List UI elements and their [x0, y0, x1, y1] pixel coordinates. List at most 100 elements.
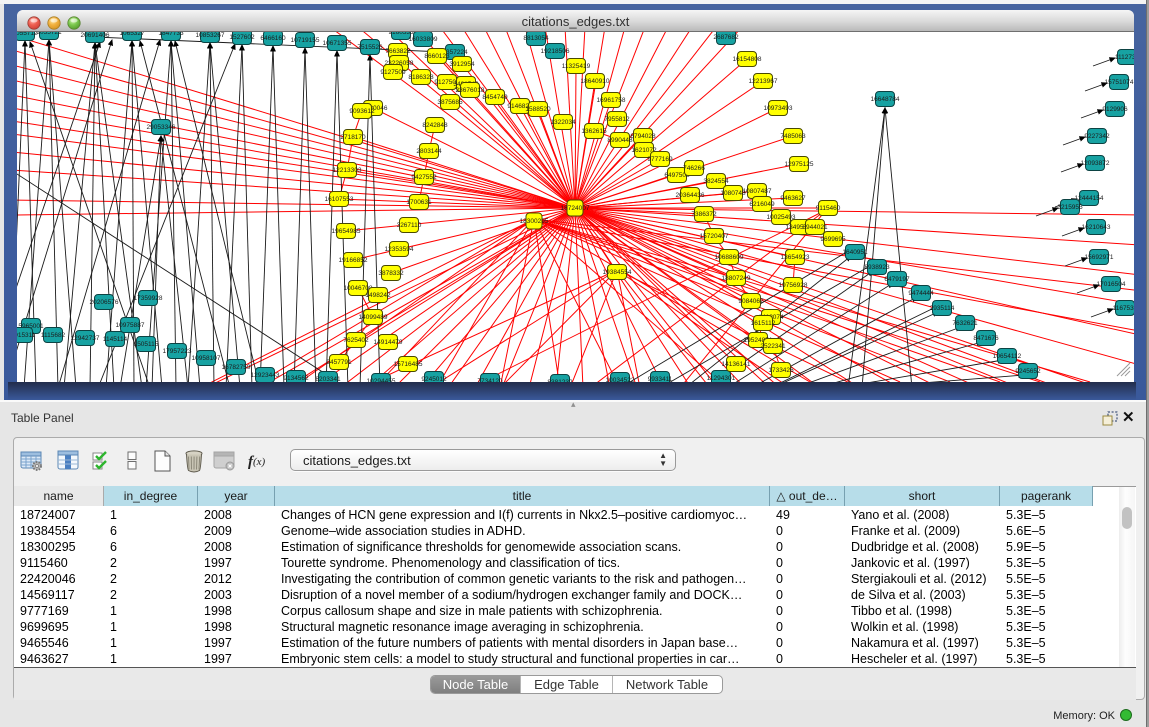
svg-text:18640910: 18640910 — [581, 78, 610, 85]
svg-text:19384554: 19384554 — [603, 269, 632, 276]
svg-text:8242848: 8242848 — [422, 122, 448, 129]
svg-text:13654923: 13654923 — [781, 254, 810, 261]
svg-text:29053346: 29053346 — [147, 124, 176, 131]
svg-text:9245652: 9245652 — [1015, 368, 1041, 375]
svg-text:20691406: 20691406 — [81, 32, 110, 39]
svg-text:18724007: 18724007 — [561, 205, 590, 212]
svg-text:9093612: 9093612 — [349, 108, 375, 115]
svg-text:16782759: 16782759 — [222, 364, 251, 371]
svg-text:18807249: 18807249 — [722, 275, 751, 282]
svg-text:10975887: 10975887 — [116, 322, 145, 329]
svg-text:3267110: 3267110 — [397, 222, 422, 229]
svg-text:7632621: 7632621 — [952, 320, 978, 327]
svg-text:1588520: 1588520 — [525, 106, 551, 113]
svg-text:1112733: 1112733 — [1115, 54, 1134, 61]
svg-text:1362615: 1362615 — [581, 128, 607, 135]
svg-text:2935114: 2935114 — [930, 305, 955, 312]
svg-text:15720407: 15720407 — [700, 233, 729, 240]
svg-text:11294301: 11294301 — [707, 375, 736, 382]
svg-text:16648784: 16648784 — [871, 96, 900, 103]
svg-text:(x): (x) — [253, 456, 266, 468]
svg-text:12942737: 12942737 — [71, 335, 100, 342]
svg-text:7515526: 7515526 — [357, 44, 383, 51]
svg-text:18300295: 18300295 — [520, 218, 549, 225]
svg-text:10973493: 10973493 — [764, 105, 793, 112]
svg-text:6216049: 6216049 — [749, 201, 775, 208]
svg-text:9084067: 9084067 — [738, 298, 764, 305]
svg-text:6794028: 6794028 — [630, 133, 656, 140]
svg-text:12213967: 12213967 — [749, 78, 778, 85]
svg-text:19218506: 19218506 — [541, 48, 570, 55]
svg-text:2718170: 2718170 — [340, 134, 366, 141]
svg-text:8938923: 8938923 — [864, 264, 890, 271]
svg-text:17957223: 17957223 — [163, 348, 192, 355]
svg-text:1065327: 1065327 — [119, 32, 145, 37]
svg-text:12353594: 12353594 — [385, 246, 414, 253]
svg-text:3915311: 3915311 — [17, 332, 36, 339]
svg-text:1527602: 1527602 — [229, 34, 255, 41]
svg-text:15692971: 15692971 — [1085, 254, 1114, 261]
svg-text:11325419: 11325419 — [562, 63, 591, 70]
svg-text:2803144: 2803144 — [416, 148, 442, 155]
svg-text:16107553: 16107553 — [325, 196, 354, 203]
svg-text:17016504: 17016504 — [1097, 281, 1126, 288]
svg-text:1498242: 1498242 — [365, 292, 391, 299]
svg-text:19756928: 19756928 — [779, 282, 808, 289]
svg-text:16154808: 16154808 — [733, 56, 762, 63]
svg-text:2055721: 2055721 — [36, 32, 62, 36]
svg-text:10853267: 10853267 — [196, 32, 225, 39]
svg-text:1847733: 1847733 — [158, 32, 184, 37]
svg-text:8454749: 8454749 — [482, 94, 508, 101]
svg-text:7625402: 7625402 — [343, 337, 369, 344]
svg-text:1700631: 1700631 — [406, 199, 432, 206]
svg-text:8471676: 8471676 — [973, 335, 999, 342]
svg-text:20206576: 20206576 — [90, 299, 119, 306]
svg-text:3875685: 3875685 — [437, 99, 463, 106]
svg-text:9777169: 9777169 — [647, 156, 673, 163]
svg-text:8813054: 8813054 — [523, 35, 549, 42]
svg-text:1115682: 1115682 — [41, 332, 66, 339]
svg-text:9134562: 9134562 — [283, 375, 309, 382]
svg-text:10654112: 10654112 — [993, 353, 1022, 360]
svg-text:8990448: 8990448 — [607, 137, 633, 144]
svg-text:20364436: 20364436 — [676, 192, 705, 199]
svg-text:1505115: 1505115 — [134, 341, 159, 348]
svg-text:10807487: 10807487 — [743, 188, 772, 195]
svg-text:7663822: 7663822 — [385, 48, 411, 55]
svg-text:15751074: 15751074 — [1105, 79, 1134, 86]
svg-text:9427552: 9427552 — [411, 174, 437, 181]
svg-text:10958107: 10958107 — [192, 355, 221, 362]
svg-text:2687682: 2687682 — [713, 34, 739, 41]
svg-text:4055712: 4055712 — [17, 32, 38, 37]
svg-text:8944021: 8944021 — [802, 224, 828, 231]
svg-text:17359928: 17359928 — [134, 295, 163, 302]
svg-text:9474444: 9474444 — [908, 290, 934, 297]
svg-text:10719155: 10719155 — [291, 37, 320, 44]
svg-text:1640951: 1640951 — [842, 249, 868, 256]
svg-text:1145114: 1145114 — [103, 336, 128, 343]
svg-text:15716485: 15716485 — [394, 361, 423, 368]
svg-text:16210643: 16210643 — [1082, 224, 1111, 231]
svg-text:6466160: 6466160 — [260, 35, 286, 42]
svg-text:9463627: 9463627 — [780, 195, 806, 202]
svg-text:10688609: 10688609 — [715, 254, 744, 261]
svg-text:9115460: 9115460 — [816, 205, 841, 212]
svg-text:3878332: 3878332 — [378, 270, 404, 277]
svg-text:9457791: 9457791 — [326, 359, 352, 366]
svg-text:12975125: 12975125 — [785, 161, 814, 168]
svg-text:3824554: 3824554 — [703, 178, 729, 185]
svg-text:9227342: 9227342 — [1084, 133, 1110, 140]
svg-text:16033809: 16033809 — [409, 36, 438, 43]
svg-text:9699695: 9699695 — [820, 236, 846, 243]
svg-text:6479197: 6479197 — [884, 276, 910, 283]
svg-text:14099489: 14099489 — [359, 314, 388, 321]
svg-text:19654985: 19654985 — [332, 228, 361, 235]
svg-text:1733426: 1733426 — [768, 367, 794, 374]
svg-text:2522341: 2522341 — [760, 343, 786, 350]
svg-text:746266: 746266 — [683, 165, 705, 172]
svg-text:7955812: 7955812 — [604, 116, 630, 123]
svg-text:9129906: 9129906 — [1102, 106, 1128, 113]
svg-text:9127509: 9127509 — [380, 69, 406, 76]
svg-text:1615112: 1615112 — [751, 320, 776, 327]
svg-text:19166852: 19166852 — [339, 257, 368, 264]
